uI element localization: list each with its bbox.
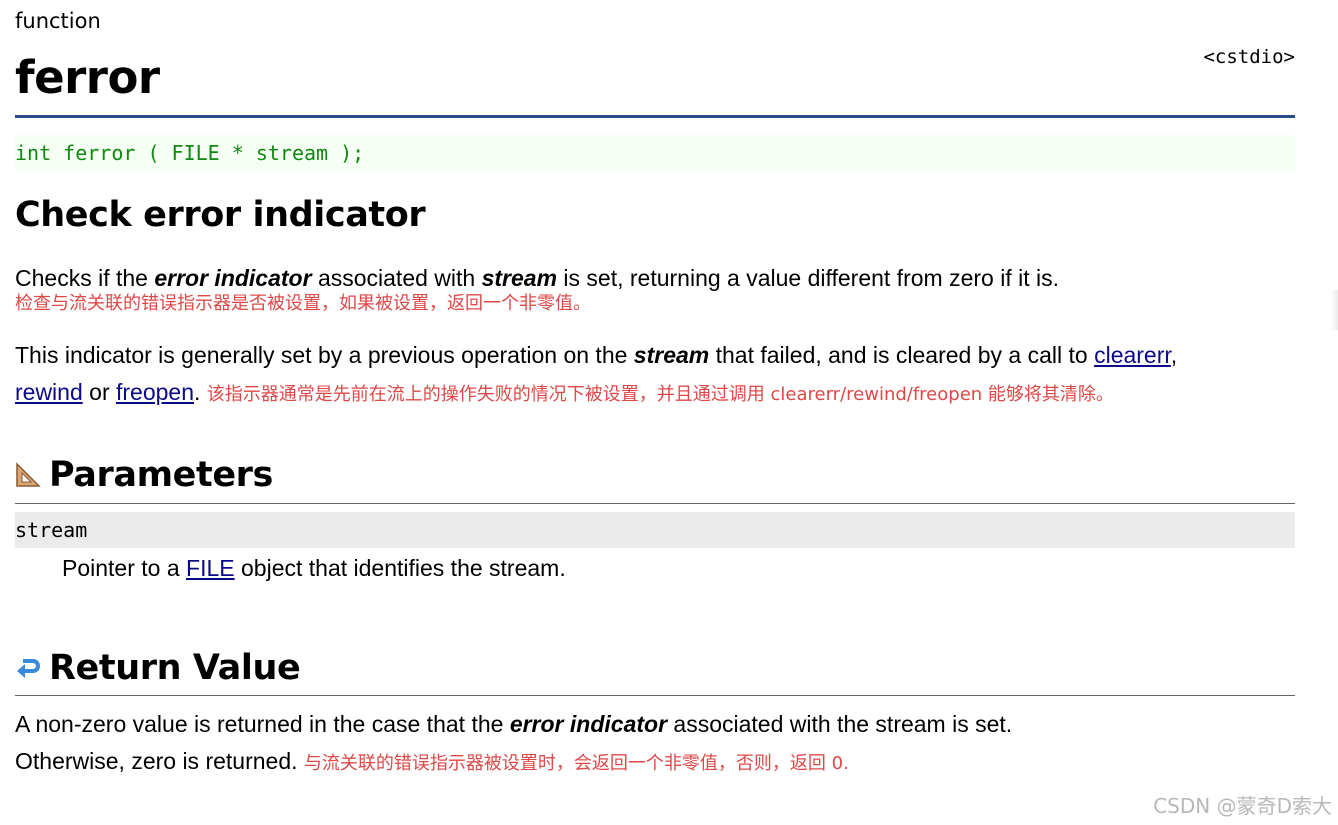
description-note-cn-1: 检查与流关联的错误指示器是否被设置，如果被设置，返回一个非零值。 bbox=[15, 293, 591, 314]
return-line-2: Otherwise, zero is returned. 与流关联的错误指示器被… bbox=[15, 745, 1295, 780]
text: or bbox=[82, 379, 116, 405]
page-title: ferror bbox=[15, 51, 160, 104]
text: object that identifies the stream. bbox=[234, 555, 566, 581]
section-heading-parameters: Parameters bbox=[15, 454, 273, 496]
bold-term: stream bbox=[481, 265, 558, 291]
description-note-cn-2: 该指示器通常是先前在流上的操作失败的情况下被设置，并且通过调用 clearerr… bbox=[206, 384, 1114, 405]
page-kind-label: function bbox=[15, 9, 101, 33]
text: is set, returning a value different from… bbox=[557, 265, 1059, 291]
link-rewind[interactable]: rewind bbox=[15, 379, 83, 405]
section-divider bbox=[15, 503, 1295, 504]
text: associated with the stream is set. bbox=[667, 711, 1013, 737]
text: , bbox=[1170, 342, 1178, 368]
header-library: <cstdio> bbox=[1203, 46, 1295, 68]
watermark: CSDN @蒙奇D索大 bbox=[1153, 794, 1332, 818]
param-name-row: stream bbox=[15, 512, 1295, 548]
text: A non-zero value is returned in the case… bbox=[15, 711, 510, 737]
text: Checks if the bbox=[15, 265, 155, 291]
return-note-cn: 与流关联的错误指示器被设置时，会返回一个非零值，否则，返回 0. bbox=[303, 753, 849, 774]
bold-term: error indicator bbox=[509, 711, 668, 737]
return-arrow-icon bbox=[17, 659, 40, 678]
section-heading-description: Check error indicator bbox=[15, 195, 426, 235]
title-divider bbox=[15, 115, 1295, 118]
link-clearerr[interactable]: clearerr bbox=[1094, 342, 1171, 368]
description-paragraph-1: Checks if the error indicator associated… bbox=[15, 262, 1295, 294]
return-line-1: A non-zero value is returned in the case… bbox=[15, 708, 1295, 740]
bold-term: error indicator bbox=[154, 265, 312, 291]
text: that failed, and is cleared by a call to bbox=[709, 342, 1095, 368]
bold-term: stream bbox=[633, 342, 710, 368]
section-heading-text: Return Value bbox=[49, 648, 301, 688]
text: Pointer to a bbox=[62, 555, 187, 581]
link-file[interactable]: FILE bbox=[186, 555, 235, 581]
section-heading-text: Parameters bbox=[49, 455, 273, 495]
edge-scroll-shadow bbox=[1330, 290, 1338, 330]
section-heading-return: Return Value bbox=[15, 647, 301, 689]
text: Otherwise, zero is returned. bbox=[15, 748, 298, 774]
triangle-ruler-icon bbox=[16, 462, 41, 487]
section-divider bbox=[15, 695, 1295, 696]
description-paragraph-2: This indicator is generally set by a pre… bbox=[15, 337, 1295, 413]
function-prototype: int ferror ( FILE * stream ); bbox=[15, 135, 1295, 171]
text: This indicator is generally set by a pre… bbox=[15, 342, 634, 368]
text: . bbox=[194, 379, 201, 405]
link-freopen[interactable]: freopen bbox=[116, 379, 194, 405]
text: associated with bbox=[311, 265, 482, 291]
param-description: Pointer to a FILE object that identifies… bbox=[62, 552, 566, 584]
